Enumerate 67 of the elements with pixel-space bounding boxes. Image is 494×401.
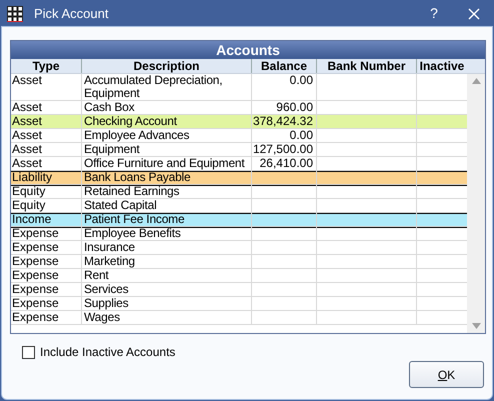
table-row[interactable]: Expense Wages	[11, 311, 467, 325]
table-cell: 378,424.32	[251, 115, 316, 128]
table-row[interactable]: Expense Insurance	[11, 241, 467, 255]
column-header[interactable]: Balance	[251, 59, 316, 73]
table-cell-text: Asset	[11, 115, 44, 128]
table-cell: Cash Box	[81, 101, 251, 114]
column-header[interactable]: Inactive	[416, 59, 467, 73]
table-cell-text: Asset	[11, 129, 44, 142]
table-cell: Patient Fee Income	[81, 213, 251, 226]
table-cell-text: Asset	[11, 143, 44, 156]
table-cell: Insurance	[81, 241, 251, 254]
window-title: Pick Account	[34, 4, 108, 23]
table-row[interactable]: Asset Office Furniture and Equipment 26,410.00	[11, 157, 467, 171]
table-cell: Services	[81, 283, 251, 296]
table-row[interactable]: Asset Checking Account 378,424.32	[11, 115, 467, 129]
table-cell-text: Asset	[11, 157, 44, 170]
table-row[interactable]: Expense Marketing	[11, 255, 467, 269]
table-cell-text: Expense	[11, 255, 60, 268]
table-cell: Checking Account	[81, 115, 251, 128]
table-cell-text: Expense	[11, 241, 60, 254]
table-cell: Accumulated Depreciation, Equipment	[81, 74, 251, 100]
table-cell: Office Furniture and Equipment	[81, 157, 251, 170]
table-cell: 0.00	[251, 74, 316, 100]
help-button[interactable]: ?	[419, 3, 449, 24]
table-cell: 0.00	[251, 129, 316, 142]
table-cell-text: Liability	[11, 171, 54, 184]
table-cell: Employee Advances	[81, 129, 251, 142]
column-header[interactable]: Bank Number	[316, 59, 416, 73]
table-row[interactable]: Asset Employee Advances 0.00	[11, 129, 467, 143]
grid-title: Accounts	[11, 41, 485, 59]
table-row[interactable]: Income Patient Fee Income	[11, 213, 467, 227]
table-row[interactable]: Asset Accumulated Depreciation, Equipment 0.00	[11, 74, 467, 101]
table-cell: Rent	[81, 269, 251, 282]
table-cell: Stated Capital	[81, 199, 251, 212]
table-cell: 127,500.00	[251, 143, 316, 156]
table-cell-text: Expense	[11, 311, 60, 324]
table-row[interactable]: Asset Equipment 127,500.00	[11, 143, 467, 157]
table-cell-text: Asset	[11, 74, 44, 89]
table-row[interactable]: Expense Services	[11, 283, 467, 297]
table-cell-text: Equity	[11, 185, 46, 198]
table-row[interactable]: Liability Bank Loans Payable	[11, 171, 467, 185]
table-row[interactable]: Expense Employee Benefits	[11, 227, 467, 241]
table-row[interactable]: Expense Rent	[11, 269, 467, 283]
table-row[interactable]: Expense Supplies	[11, 297, 467, 311]
table-cell: Marketing	[81, 255, 251, 268]
table-cell-text: Income	[11, 213, 52, 226]
table-row[interactable]: Equity Retained Earnings	[11, 185, 467, 199]
table-cell-text: Expense	[11, 227, 60, 240]
table-cell-text: Expense	[11, 297, 60, 310]
table-cell: 26,410.00	[251, 157, 316, 170]
table-cell: Wages	[81, 311, 251, 324]
ok-button[interactable]: OK	[409, 361, 484, 388]
column-header[interactable]: Type	[11, 59, 81, 73]
table-cell-text: Equity	[11, 199, 46, 212]
table-cell-text: Asset	[11, 101, 44, 114]
table-cell-text: Expense	[11, 283, 60, 296]
table-row[interactable]: Equity Stated Capital	[11, 199, 467, 213]
checkbox-label: Include Inactive Accounts	[40, 344, 176, 361]
table-cell: Employee Benefits	[81, 227, 251, 240]
table-cell: Supplies	[81, 297, 251, 310]
table-cell: Equipment	[81, 143, 251, 156]
table-row[interactable]: Asset Cash Box 960.00	[11, 101, 467, 115]
column-header[interactable]: Description	[81, 59, 251, 73]
table-cell: Bank Loans Payable	[81, 171, 251, 184]
table-cell: Retained Earnings	[81, 185, 251, 198]
table-cell-text: Expense	[11, 269, 60, 282]
table-cell: 960.00	[251, 101, 316, 114]
